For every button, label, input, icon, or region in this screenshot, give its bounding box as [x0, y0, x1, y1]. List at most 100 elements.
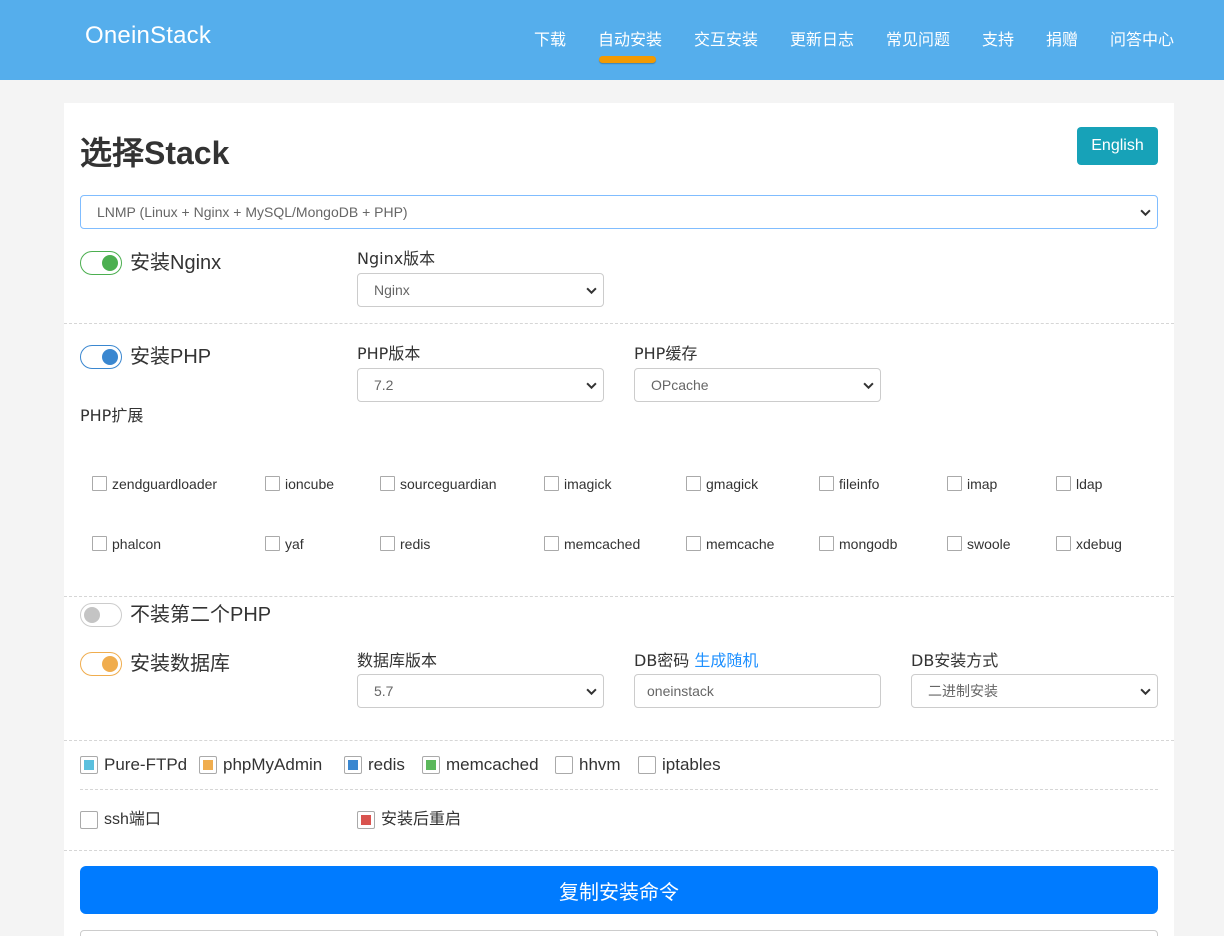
ext-zendguardloader-checkbox[interactable]: [92, 476, 107, 491]
db-password-label-text: DB密码: [634, 651, 690, 670]
nav-faq[interactable]: 常见问题: [886, 30, 950, 50]
db-install-method-value: 二进制安装: [928, 683, 998, 699]
ext-phalcon-checkbox[interactable]: [92, 536, 107, 551]
chevron-down-icon: [586, 382, 597, 390]
active-nav-underline: [599, 56, 656, 63]
ext-imap-checkbox[interactable]: [947, 476, 962, 491]
ext-memcache-checkbox[interactable]: [686, 536, 701, 551]
db-password-input[interactable]: oneinstack: [634, 674, 881, 708]
redis-label: redis: [368, 755, 405, 774]
ext-label: imap: [967, 476, 998, 492]
database-toggle-label: 安装数据库: [130, 653, 230, 675]
nav-interactive-install[interactable]: 交互安装: [694, 30, 758, 50]
divider: [64, 596, 1174, 597]
nav-download[interactable]: 下载: [534, 30, 566, 50]
ssh-port-label: ssh端口: [104, 811, 161, 828]
toggle-knob: [84, 607, 100, 623]
ext-label: ldap: [1076, 476, 1103, 492]
pure-ftpd-label: Pure-FTPd: [104, 755, 188, 774]
copy-install-command-button[interactable]: 复制安装命令: [80, 866, 1158, 914]
php-version-value: 7.2: [374, 377, 394, 393]
php-cache-select[interactable]: OPcache: [634, 368, 881, 402]
second-php-toggle[interactable]: [80, 603, 122, 627]
ext-swoole-checkbox[interactable]: [947, 536, 962, 551]
checkbox-fill: [203, 760, 213, 770]
hhvm-checkbox[interactable]: [555, 756, 573, 774]
ext-label: yaf: [285, 536, 304, 552]
ext-imagick-checkbox[interactable]: [544, 476, 559, 491]
checkbox-fill: [426, 760, 436, 770]
ext-fileinfo-checkbox[interactable]: [819, 476, 834, 491]
ext-ioncube-checkbox[interactable]: [265, 476, 280, 491]
pure-ftpd-checkbox[interactable]: [80, 756, 98, 774]
toggle-knob: [102, 349, 118, 365]
reboot-after-install-label: 安装后重启: [381, 811, 462, 828]
ext-label: swoole: [967, 536, 1011, 552]
ext-memcached-checkbox[interactable]: [544, 536, 559, 551]
ext-sourceguardian-checkbox[interactable]: [380, 476, 395, 491]
divider: [64, 740, 1174, 741]
second-php-toggle-label: 不装第二个PHP: [130, 604, 272, 626]
nav-qa-center[interactable]: 问答中心: [1110, 30, 1174, 50]
ext-label: fileinfo: [839, 476, 880, 492]
ext-label: ioncube: [285, 476, 335, 492]
nginx-version-value: Nginx: [374, 282, 410, 298]
php-version-select[interactable]: 7.2: [357, 368, 604, 402]
checkbox-fill: [361, 815, 371, 825]
reboot-after-install-checkbox[interactable]: [357, 811, 375, 829]
toggle-knob: [102, 656, 118, 672]
db-install-method-select[interactable]: 二进制安装: [911, 674, 1158, 708]
php-toggle[interactable]: [80, 345, 122, 369]
chevron-down-icon: [863, 382, 874, 390]
db-version-select[interactable]: 5.7: [357, 674, 604, 708]
php-toggle-label: 安装PHP: [130, 346, 212, 368]
ext-redis-checkbox[interactable]: [380, 536, 395, 551]
checkbox-fill: [348, 760, 358, 770]
database-toggle[interactable]: [80, 652, 122, 676]
ext-label: gmagick: [706, 476, 759, 492]
db-install-method-label: DB安装方式: [911, 651, 999, 670]
ext-label: memcache: [706, 536, 775, 552]
divider: [64, 323, 1174, 324]
nav-donate[interactable]: 捐赠: [1046, 30, 1078, 50]
hhvm-label: hhvm: [579, 755, 621, 774]
stack-select[interactable]: LNMP (Linux + Nginx + MySQL/MongoDB + PH…: [80, 195, 1158, 229]
ext-mongodb-checkbox[interactable]: [819, 536, 834, 551]
ext-label: sourceguardian: [400, 476, 497, 492]
install-command-output[interactable]: [80, 930, 1158, 936]
ssh-port-checkbox[interactable]: [80, 811, 98, 829]
chevron-down-icon: [1140, 688, 1151, 696]
ext-xdebug-checkbox[interactable]: [1056, 536, 1071, 551]
page-title: 选择Stack: [80, 135, 230, 171]
ext-label: mongodb: [839, 536, 898, 552]
stack-select-value: LNMP (Linux + Nginx + MySQL/MongoDB + PH…: [97, 204, 408, 220]
english-button[interactable]: English: [1077, 127, 1158, 165]
checkbox-fill: [84, 760, 94, 770]
db-version-value: 5.7: [374, 683, 394, 699]
nginx-toggle-label: 安装Nginx: [130, 252, 222, 274]
ext-ldap-checkbox[interactable]: [1056, 476, 1071, 491]
toggle-knob: [102, 255, 118, 271]
nginx-version-select[interactable]: Nginx: [357, 273, 604, 307]
db-password-label: DB密码 生成随机: [634, 651, 758, 671]
brand-logo[interactable]: OneinStack: [85, 22, 211, 50]
iptables-checkbox[interactable]: [638, 756, 656, 774]
chevron-down-icon: [1140, 209, 1151, 217]
divider: [64, 850, 1174, 851]
nav-support[interactable]: 支持: [982, 30, 1014, 50]
nginx-toggle[interactable]: [80, 251, 122, 275]
php-cache-label: PHP缓存: [634, 344, 698, 363]
nav-auto-install[interactable]: 自动安装: [598, 30, 662, 50]
ext-yaf-checkbox[interactable]: [265, 536, 280, 551]
redis-checkbox[interactable]: [344, 756, 362, 774]
phpmyadmin-checkbox[interactable]: [199, 756, 217, 774]
top-navbar: OneinStack 下载 自动安装 交互安装 更新日志 常见问题 支持 捐赠 …: [0, 0, 1224, 80]
ext-label: imagick: [564, 476, 612, 492]
php-cache-value: OPcache: [651, 377, 709, 393]
ext-label: redis: [400, 536, 431, 552]
memcached-checkbox[interactable]: [422, 756, 440, 774]
ext-gmagick-checkbox[interactable]: [686, 476, 701, 491]
nav-changelog[interactable]: 更新日志: [790, 30, 854, 50]
ext-label: memcached: [564, 536, 641, 552]
generate-random-link[interactable]: 生成随机: [694, 651, 758, 670]
